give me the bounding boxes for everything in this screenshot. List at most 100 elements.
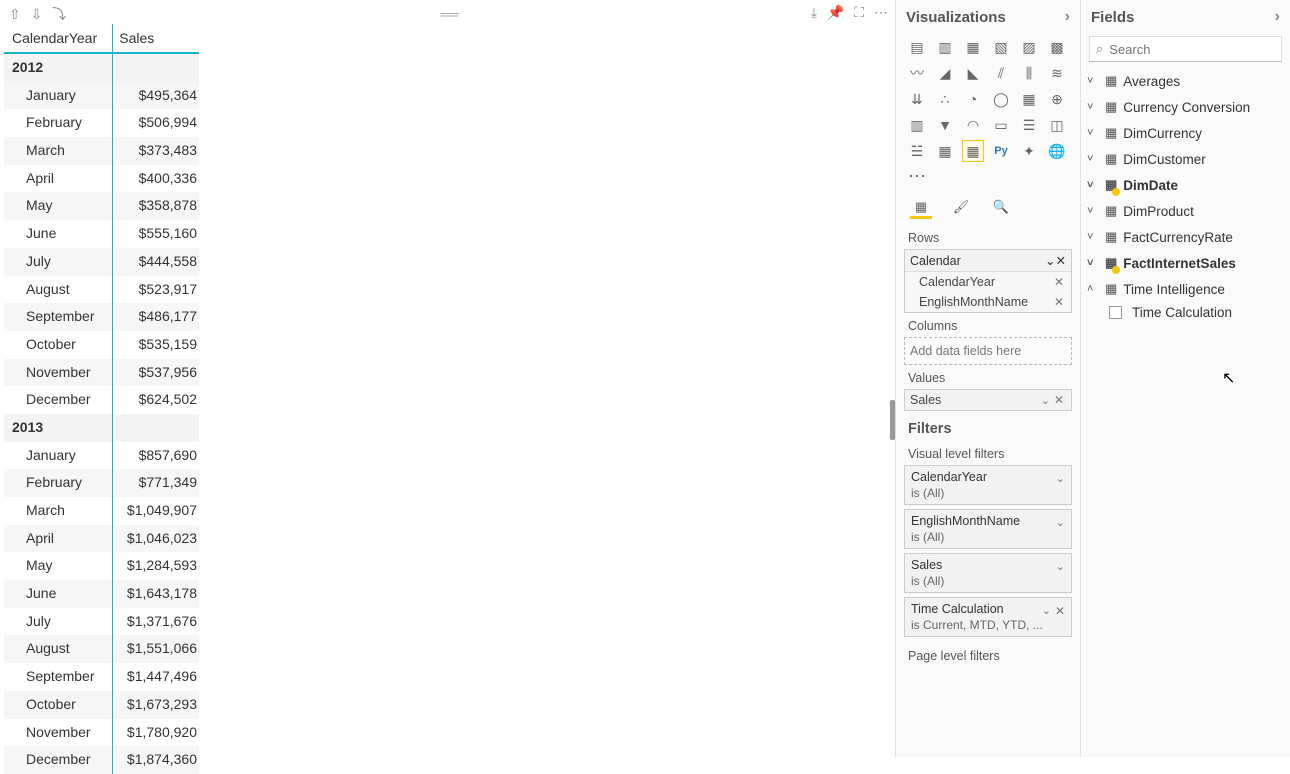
waterfall-chart-icon[interactable]: ⇊: [906, 88, 928, 110]
matrix-month-cell[interactable]: September: [4, 663, 113, 691]
line-clustered-column-icon[interactable]: ⫼: [1018, 62, 1040, 84]
matrix-month-row[interactable]: June$555,160: [4, 220, 199, 248]
filter-card[interactable]: EnglishMonthNameis (All)⌄: [904, 509, 1072, 549]
ribbon-chart-icon[interactable]: ≋: [1046, 62, 1068, 84]
rows-well[interactable]: Calendar ⌄✕ CalendarYear ✕ EnglishMonthN…: [904, 249, 1072, 313]
area-chart-icon[interactable]: ◢: [934, 62, 956, 84]
fields-search-input[interactable]: [1109, 42, 1275, 57]
grip-icon[interactable]: ══: [441, 6, 457, 22]
more-options-icon[interactable]: ⋯: [874, 4, 888, 20]
chevron-down-icon[interactable]: ˅: [1087, 127, 1099, 139]
map-icon[interactable]: ⊕: [1046, 88, 1068, 110]
matrix-month-cell[interactable]: May: [4, 192, 113, 220]
line-stacked-column-icon[interactable]: ⫽: [990, 62, 1012, 84]
remove-field-icon[interactable]: ✕: [1052, 295, 1066, 309]
matrix-year-cell[interactable]: 2013: [4, 414, 113, 442]
matrix-month-row[interactable]: July$1,371,676: [4, 608, 199, 636]
drill-up-icon[interactable]: ⇧: [9, 6, 21, 22]
values-well-item[interactable]: Sales ⌄✕: [905, 390, 1071, 410]
filled-map-icon[interactable]: ▥: [906, 114, 928, 136]
chevron-down-icon[interactable]: ⌄: [1056, 472, 1065, 485]
stacked-column-chart-icon[interactable]: ▥: [934, 36, 956, 58]
matrix-month-cell[interactable]: October: [4, 331, 113, 359]
chevron-up-icon[interactable]: ˄: [1087, 283, 1099, 295]
remove-field-icon[interactable]: ✕: [1056, 254, 1066, 268]
clustered-bar-chart-icon[interactable]: ▦: [962, 36, 984, 58]
scatter-chart-icon[interactable]: ∴: [934, 88, 956, 110]
matrix-month-row[interactable]: November$537,956: [4, 359, 199, 387]
matrix-month-row[interactable]: February$506,994: [4, 109, 199, 137]
matrix-month-row[interactable]: October$1,673,293: [4, 691, 199, 719]
funnel-icon[interactable]: ▼: [934, 114, 956, 136]
chevron-down-icon[interactable]: ⌄: [1056, 560, 1065, 573]
matrix-month-cell[interactable]: August: [4, 276, 113, 304]
hundred-stacked-column-icon[interactable]: ▩: [1046, 36, 1068, 58]
python-visual-icon[interactable]: Py: [990, 140, 1012, 162]
matrix-month-cell[interactable]: April: [4, 525, 113, 553]
clustered-column-chart-icon[interactable]: ▧: [990, 36, 1012, 58]
filter-card[interactable]: Salesis (All)⌄: [904, 553, 1072, 593]
format-tab-icon[interactable]: 🖌: [950, 197, 972, 219]
matrix-month-row[interactable]: May$1,284,593: [4, 552, 199, 580]
rows-well-group[interactable]: Calendar ⌄✕: [905, 250, 1071, 272]
chevron-down-icon[interactable]: ⌄: [1045, 254, 1055, 268]
matrix-month-cell[interactable]: July: [4, 608, 113, 636]
remove-filter-icon[interactable]: ✕: [1055, 604, 1065, 618]
matrix-month-cell[interactable]: October: [4, 691, 113, 719]
matrix-month-row[interactable]: December$1,874,360: [4, 746, 199, 774]
table-icon[interactable]: ▦: [934, 140, 956, 162]
chevron-down-icon[interactable]: ⌄: [1042, 604, 1051, 617]
remove-field-icon[interactable]: ✕: [1052, 275, 1066, 289]
matrix-month-row[interactable]: April$1,046,023: [4, 525, 199, 553]
filter-card[interactable]: Time Calculationis Current, MTD, YTD, ..…: [904, 597, 1072, 637]
field-table-dimdate[interactable]: ˅▦DimDate: [1081, 172, 1290, 198]
field-table-dimproduct[interactable]: ˅▦DimProduct: [1081, 198, 1290, 224]
remove-field-icon[interactable]: ✕: [1052, 393, 1066, 407]
gauge-icon[interactable]: ◠: [962, 114, 984, 136]
chevron-down-icon[interactable]: ˅: [1087, 205, 1099, 217]
matrix-header-calendaryear[interactable]: CalendarYear: [4, 24, 113, 53]
matrix-year-row[interactable]: 2013: [4, 414, 199, 442]
chevron-down-icon[interactable]: ˅: [1087, 179, 1099, 191]
field-table-averages[interactable]: ˅▦Averages: [1081, 68, 1290, 94]
matrix-header-sales[interactable]: Sales: [113, 24, 199, 53]
collapse-pane-icon[interactable]: ›: [1065, 8, 1070, 26]
field-table-factcurrencyrate[interactable]: ˅▦FactCurrencyRate: [1081, 224, 1290, 250]
chevron-down-icon[interactable]: ˅: [1087, 153, 1099, 165]
matrix-month-cell[interactable]: September: [4, 303, 113, 331]
matrix-year-cell[interactable]: 2012: [4, 53, 113, 82]
matrix-month-cell[interactable]: May: [4, 552, 113, 580]
collapse-pane-icon[interactable]: ›: [1275, 8, 1280, 26]
matrix-month-cell[interactable]: July: [4, 248, 113, 276]
matrix-month-row[interactable]: June$1,643,178: [4, 580, 199, 608]
matrix-month-cell[interactable]: June: [4, 220, 113, 248]
chevron-down-icon[interactable]: ˅: [1087, 257, 1099, 269]
rows-well-item[interactable]: CalendarYear ✕: [905, 272, 1071, 292]
matrix-month-cell[interactable]: December: [4, 746, 113, 774]
matrix-month-row[interactable]: January$495,364: [4, 82, 199, 110]
matrix-month-cell[interactable]: February: [4, 109, 113, 137]
pin-icon[interactable]: 📌: [827, 4, 844, 20]
field-table-time-intelligence[interactable]: ˄▦Time Intelligence: [1081, 276, 1290, 302]
chevron-down-icon[interactable]: ˅: [1087, 101, 1099, 113]
matrix-year-row[interactable]: 2012: [4, 53, 199, 82]
more-visuals-icon[interactable]: ⋯: [896, 164, 1080, 189]
chevron-down-icon[interactable]: ⌄: [1056, 516, 1065, 529]
field-leaf-time-calculation[interactable]: Time Calculation: [1081, 302, 1290, 323]
pie-chart-icon[interactable]: ◔: [962, 88, 984, 110]
field-table-dimcurrency[interactable]: ˅▦DimCurrency: [1081, 120, 1290, 146]
export-icon[interactable]: ⤓: [811, 4, 817, 20]
matrix-month-cell[interactable]: November: [4, 719, 113, 747]
matrix-month-row[interactable]: July$444,558: [4, 248, 199, 276]
fields-search-box[interactable]: ⌕: [1089, 36, 1282, 62]
hundred-stacked-bar-icon[interactable]: ▨: [1018, 36, 1040, 58]
matrix-month-cell[interactable]: June: [4, 580, 113, 608]
chevron-down-icon[interactable]: ⌄: [1041, 395, 1050, 407]
matrix-month-row[interactable]: September$1,447,496: [4, 663, 199, 691]
multi-row-card-icon[interactable]: ☰: [1018, 114, 1040, 136]
filter-card[interactable]: CalendarYearis (All)⌄: [904, 465, 1072, 505]
matrix-month-row[interactable]: April$400,336: [4, 165, 199, 193]
matrix-month-row[interactable]: August$523,917: [4, 276, 199, 304]
expand-all-icon[interactable]: ⤵: [52, 6, 66, 22]
matrix-month-cell[interactable]: April: [4, 165, 113, 193]
